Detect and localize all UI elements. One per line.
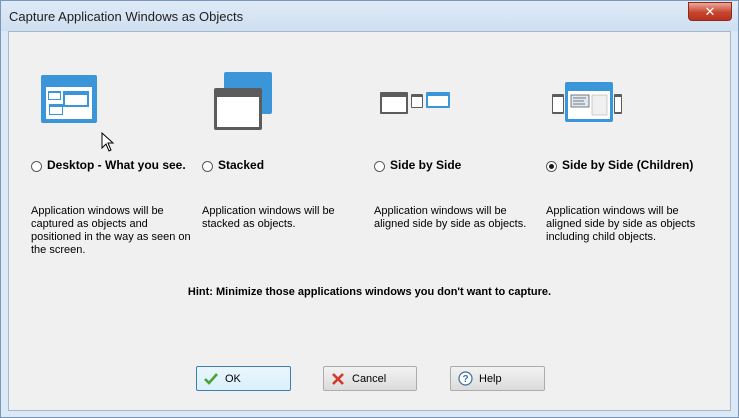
ok-button[interactable]: OK bbox=[196, 366, 291, 391]
radio-label: Side by Side (Children) bbox=[562, 158, 694, 172]
side-by-side-children-layout-icon bbox=[552, 82, 622, 122]
svg-text:?: ? bbox=[462, 374, 468, 385]
option-description: Application windows will be aligned side… bbox=[546, 205, 696, 243]
mouse-cursor-icon bbox=[101, 132, 115, 152]
radio-stacked[interactable]: Stacked bbox=[202, 158, 372, 173]
radio-button[interactable] bbox=[202, 161, 213, 172]
radio-button[interactable] bbox=[31, 161, 42, 172]
radio-side-by-side[interactable]: Side by Side bbox=[374, 158, 544, 173]
hint-text: Hint: Minimize those applications window… bbox=[187, 286, 552, 298]
option-description: Application windows will be aligned side… bbox=[374, 205, 527, 230]
ok-button-label: OK bbox=[225, 372, 241, 385]
help-icon: ? bbox=[457, 371, 473, 387]
cancel-x-icon bbox=[330, 371, 346, 387]
title-bar[interactable]: Capture Application Windows as Objects ✕ bbox=[1, 1, 738, 31]
option-description: Application windows will be captured as … bbox=[31, 205, 191, 256]
stacked-layout-icon bbox=[214, 72, 272, 130]
help-button-label: Help bbox=[479, 372, 502, 385]
window-title: Capture Application Windows as Objects bbox=[9, 9, 244, 24]
help-button[interactable]: ? Help bbox=[450, 366, 545, 391]
radio-button[interactable] bbox=[374, 161, 385, 172]
radio-label: Desktop - What you see. bbox=[47, 158, 186, 172]
radio-label: Side by Side bbox=[390, 158, 462, 172]
cancel-button[interactable]: Cancel bbox=[323, 366, 417, 391]
dialog-window: Capture Application Windows as Objects ✕… bbox=[0, 0, 739, 418]
cancel-button-label: Cancel bbox=[352, 372, 387, 385]
radio-label: Stacked bbox=[218, 158, 265, 172]
radio-side-by-side-children[interactable]: Side by Side (Children) bbox=[546, 158, 716, 173]
close-icon: ✕ bbox=[704, 3, 716, 19]
side-by-side-layout-icon bbox=[380, 92, 450, 114]
close-button[interactable]: ✕ bbox=[688, 2, 732, 21]
radio-button-selected[interactable] bbox=[546, 161, 557, 172]
radio-desktop[interactable]: Desktop - What you see. bbox=[31, 158, 201, 173]
checkmark-icon bbox=[203, 371, 219, 387]
dialog-content: Desktop - What you see. Application wind… bbox=[8, 31, 731, 411]
desktop-layout-icon bbox=[41, 75, 97, 123]
option-description: Application windows will be stacked as o… bbox=[202, 205, 335, 230]
